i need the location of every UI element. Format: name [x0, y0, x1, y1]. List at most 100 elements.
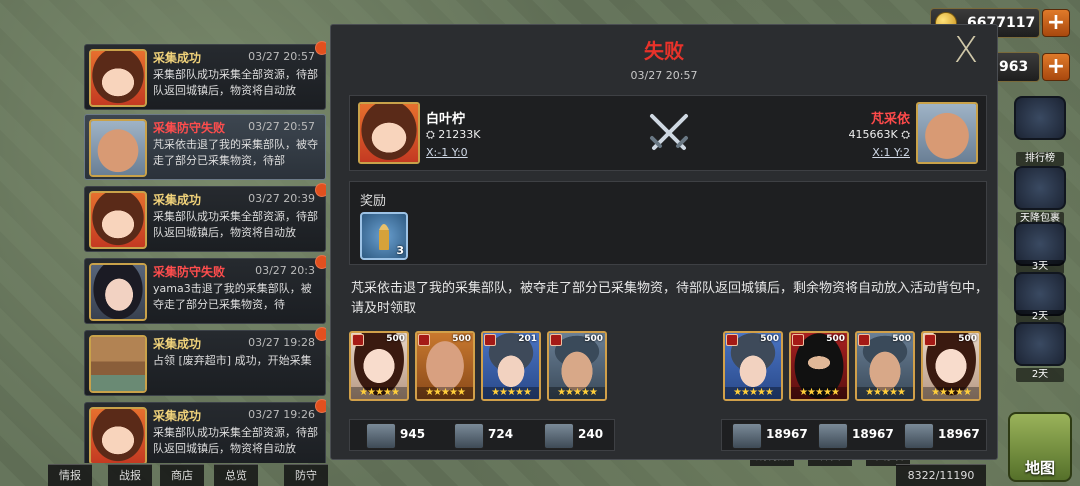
- unread-dot-icon: [315, 255, 326, 269]
- mail-title: 采集防守失败: [153, 121, 226, 135]
- right-player-coords[interactable]: X:1 Y:2: [872, 146, 910, 159]
- unread-dot-icon: [315, 399, 326, 413]
- right-hero-card[interactable]: 500 ★★★★★: [921, 331, 981, 401]
- right-soldier-bar: 18967 18967 18967: [721, 419, 987, 451]
- mail-title: 采集成功: [153, 337, 202, 351]
- left-soldier-bar: 945 724 240: [349, 419, 615, 451]
- mail-time: 03/27 19:26: [248, 408, 315, 421]
- reward-label: 奖励: [360, 194, 387, 209]
- tab-shop[interactable]: 商店: [160, 464, 204, 486]
- mail-title: 采集成功: [153, 409, 202, 423]
- avatar: [89, 49, 147, 107]
- mail-item[interactable]: 采集成功 03/27 19:28 占领 [废弃超市] 成功，开始采集: [84, 327, 326, 396]
- hero-level: 500: [826, 334, 845, 344]
- left-hero-card[interactable]: 500 ★★★★★: [415, 331, 475, 401]
- soldier-icon: [544, 423, 574, 449]
- unread-dot-icon: [315, 183, 326, 197]
- mail-body: 占领 [废弃超市] 成功，开始采集: [153, 354, 312, 367]
- tab-overview[interactable]: 总览: [214, 464, 258, 486]
- shield-badge-icon: [550, 334, 562, 346]
- shield-badge-icon: [792, 334, 804, 346]
- add-gold-button[interactable]: +: [1042, 9, 1070, 37]
- hero-level: 500: [584, 334, 603, 344]
- mail-time: 03/27 20:57: [248, 120, 315, 133]
- unread-dot-icon: [315, 327, 326, 341]
- event-icon[interactable]: [1014, 96, 1066, 140]
- avatar: [89, 119, 147, 177]
- hero-stars: ★★★★★: [351, 387, 407, 399]
- right-hero-card[interactable]: 500 ★★★★★: [723, 331, 783, 401]
- mail-time: 03/27 20:57: [248, 50, 315, 63]
- left-player-coords[interactable]: X:-1 Y:0: [426, 146, 468, 159]
- mail-body: 采集部队成功采集全部资源，待部队返回城镇后，物资将自动放: [153, 68, 318, 97]
- hero-level: 500: [892, 334, 911, 344]
- report-time: 03/27 20:57: [630, 69, 698, 82]
- hero-stars: ★★★★★: [483, 387, 539, 399]
- versus-section: 白叶柠 ⛭ 21233K X:-1 Y:0 芃采依 415663K ⛭ X:1 …: [349, 95, 987, 171]
- left-player-power: ⛭ 21233K: [426, 128, 481, 141]
- hero-stars: ★★★★★: [923, 387, 979, 399]
- mail-body: 采集部队成功采集全部资源，待部队返回城镇后，物资将自动放: [153, 426, 318, 455]
- right-hero-card[interactable]: 500 ★★★★★: [789, 331, 849, 401]
- hero-stars: ★★★★★: [791, 387, 847, 399]
- mail-item[interactable]: 采集成功 03/27 19:26 采集部队成功采集全部资源，待部队返回城镇后，物…: [84, 399, 326, 463]
- mail-time: 03/27 20:3: [255, 264, 315, 277]
- unread-dot-icon: [315, 41, 326, 55]
- right-player-power: 415663K ⛭: [848, 128, 910, 141]
- soldier-icon: [366, 423, 396, 449]
- right-hero-card[interactable]: 500 ★★★★★: [855, 331, 915, 401]
- report-description: 芃采依击退了我的采集部队，被夺走了部分已采集物资，待部队返回城镇后，剩余物资将自…: [351, 281, 989, 316]
- reward-section: 奖励 3: [349, 181, 987, 265]
- left-hero-card[interactable]: 500 ★★★★★: [547, 331, 607, 401]
- mail-time: 03/27 19:28: [248, 336, 315, 349]
- mail-body: 芃采依击退了我的采集部队，被夺走了部分已采集物资，待部: [153, 138, 318, 167]
- crossed-swords-icon: [650, 114, 688, 150]
- tab-reports[interactable]: 战报: [108, 464, 152, 486]
- soldier-icon: [732, 423, 762, 449]
- add-secondary-button[interactable]: +: [1042, 53, 1070, 81]
- parcel-icon[interactable]: [1014, 166, 1066, 210]
- avatar: [89, 263, 147, 321]
- map-button[interactable]: 地图: [1008, 412, 1072, 482]
- hero-level: 500: [760, 334, 779, 344]
- soldier-count: 18967: [852, 427, 894, 441]
- hero-level: 500: [452, 334, 471, 344]
- mail-item[interactable]: 采集防守失败 03/27 20:57 芃采依击退了我的采集部队，被夺走了部分已采…: [84, 114, 326, 180]
- mail-title: 采集成功: [153, 51, 202, 65]
- soldier-icon: [904, 423, 934, 449]
- hero-level: 201: [518, 334, 537, 344]
- report-title: 失败: [644, 39, 684, 63]
- mail-item[interactable]: 采集成功 03/27 20:57 采集部队成功采集全部资源，待部队返回城镇后，物…: [84, 41, 326, 110]
- mail-list[interactable]: 采集成功 03/27 20:57 采集部队成功采集全部资源，待部队返回城镇后，物…: [84, 18, 326, 463]
- bullet-icon[interactable]: 3: [360, 212, 408, 260]
- soldier-count: 18967: [938, 427, 980, 441]
- mail-title: 采集成功: [153, 193, 202, 207]
- axe-badge-icon: [484, 334, 496, 346]
- mail-item[interactable]: 采集防守失败 03/27 20:3 yama3击退了我的采集部队，被夺走了部分已…: [84, 255, 326, 324]
- shield-badge-icon: [858, 334, 870, 346]
- special-event-icon[interactable]: [1014, 322, 1066, 366]
- mail-title: 采集防守失败: [153, 265, 226, 279]
- hero-stars: ★★★★★: [417, 387, 473, 399]
- mail-item[interactable]: 采集成功 03/27 20:39 采集部队成功采集全部资源，待部队返回城镇后，物…: [84, 183, 326, 252]
- left-hero-card[interactable]: 201 ★★★★★: [481, 331, 541, 401]
- hero-stars: ★★★★★: [725, 387, 781, 399]
- medic-badge-icon: [352, 334, 364, 346]
- medic-badge-icon: [924, 334, 936, 346]
- left-hero-card[interactable]: 500 ★★★★★: [349, 331, 409, 401]
- map-label: 地图: [1024, 459, 1055, 477]
- survivor-counter: 8322/11190: [896, 464, 986, 486]
- ranking-label: 排行榜: [1016, 152, 1064, 166]
- hero-level: 500: [958, 334, 977, 344]
- close-icon[interactable]: X: [951, 33, 981, 69]
- right-player-avatar[interactable]: [916, 102, 978, 164]
- tab-intel[interactable]: 情报: [48, 464, 92, 486]
- hero-stars: ★★★★★: [549, 387, 605, 399]
- soldier-count: 724: [488, 427, 514, 441]
- power-icon: ⛭: [426, 128, 439, 141]
- tab-defense[interactable]: 防守: [284, 464, 328, 486]
- left-player-avatar[interactable]: [358, 102, 420, 164]
- soldier-icon: [818, 423, 848, 449]
- soldier-count: 240: [578, 427, 604, 441]
- soldier-icon: [454, 423, 484, 449]
